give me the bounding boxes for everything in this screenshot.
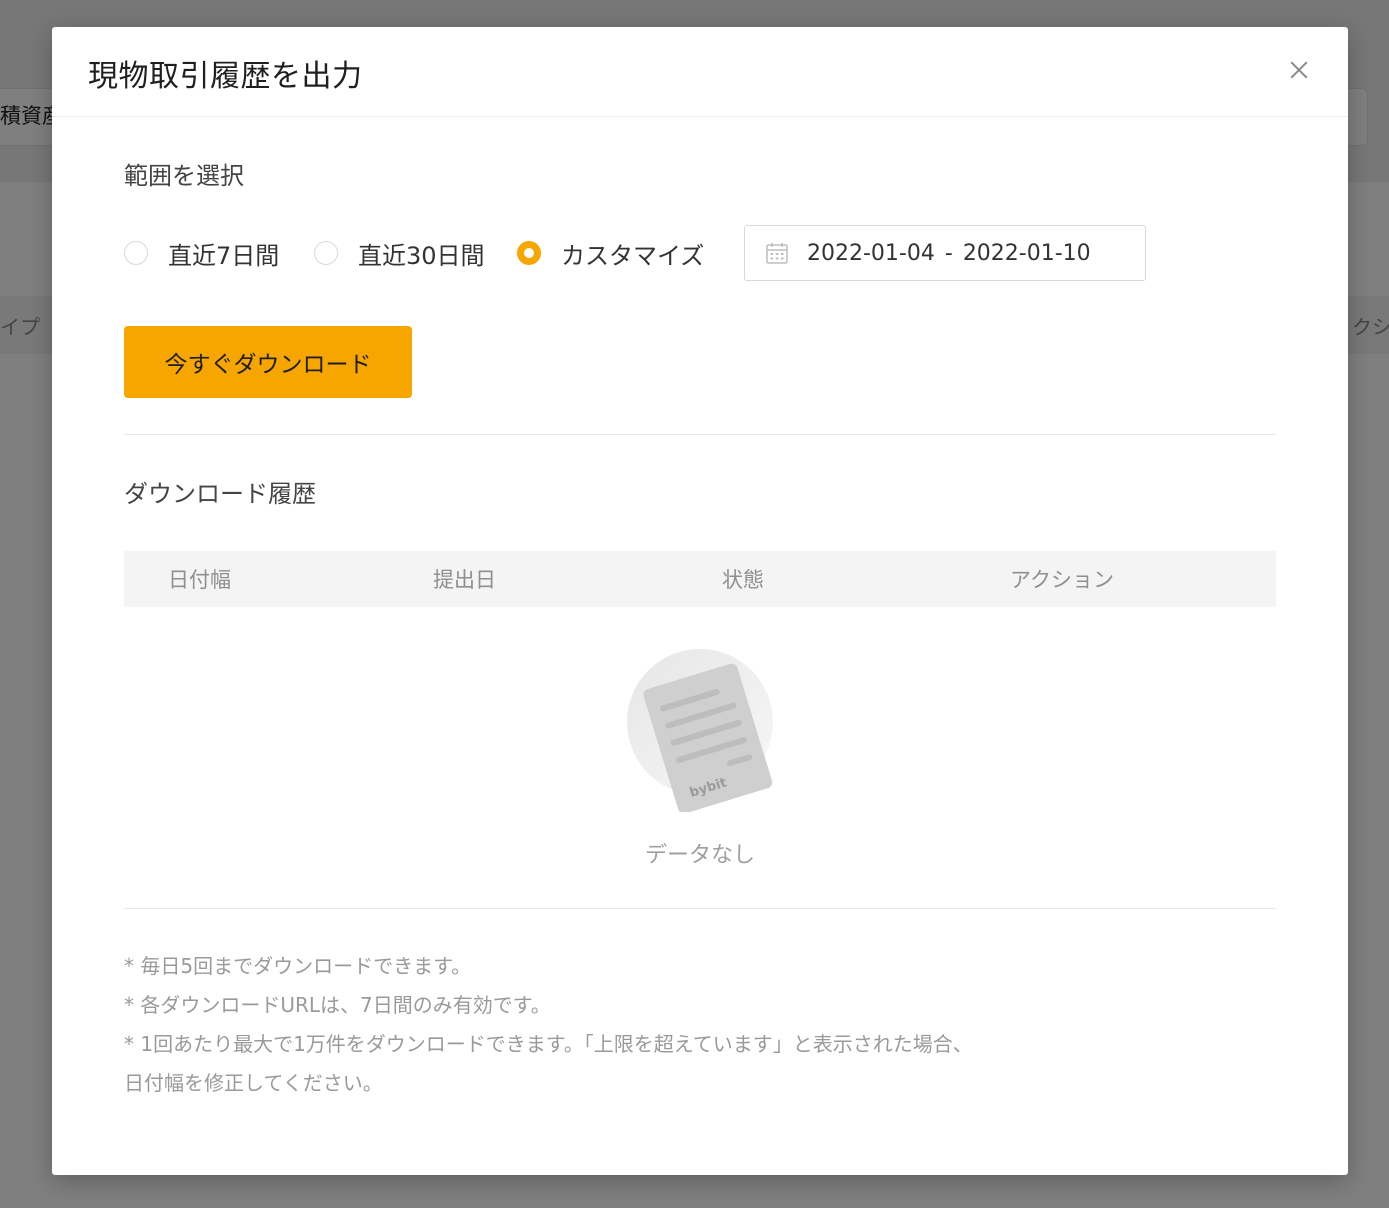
download-history-title: ダウンロード履歴: [124, 480, 316, 508]
modal-header: 現物取引履歴を出力: [52, 27, 1348, 117]
radio-customize[interactable]: カスタマイズ: [517, 225, 704, 281]
column-header-status: 状態: [722, 568, 764, 592]
modal-title: 現物取引履歴を出力: [88, 59, 363, 94]
close-icon[interactable]: [1286, 57, 1312, 83]
section-divider: [124, 434, 1276, 435]
notes-divider: [124, 908, 1276, 909]
export-history-modal: 現物取引履歴を出力 範囲を選択 直近7日間 直近30日間 カスタマイズ 2022…: [52, 27, 1348, 1175]
date-range-picker[interactable]: 2022-01-04 - 2022-01-10: [744, 225, 1146, 281]
radio-label: 直近30日間: [358, 241, 485, 270]
column-header-date-range: 日付幅: [168, 568, 231, 592]
radio-label: 直近7日間: [168, 241, 280, 270]
note-item: 日付幅を修正してください。: [124, 1071, 383, 1095]
radio-circle[interactable]: [124, 241, 148, 265]
note-item: * 各ダウンロードURLは、7日間のみ有効です。: [124, 993, 551, 1017]
date-start-input[interactable]: 2022-01-04: [807, 241, 935, 266]
download-now-button[interactable]: 今すぐダウンロード: [124, 326, 412, 398]
empty-state-text: データなし: [644, 843, 755, 868]
radio-label: カスタマイズ: [561, 241, 705, 270]
empty-document-icon: bybit: [627, 649, 773, 812]
radio-circle-checked[interactable]: [517, 241, 541, 265]
history-table-header: 日付幅 提出日 状態 アクション: [124, 551, 1276, 607]
column-header-submit-date: 提出日: [433, 568, 496, 592]
calendar-icon: [766, 243, 788, 264]
date-separator: -: [944, 240, 953, 266]
note-item: * 1回あたり最大で1万件をダウンロードできます。「上限を超えています」と表示さ…: [124, 1032, 973, 1056]
notes-list: * 毎日5回までダウンロードできます。 * 各ダウンロードURLは、7日間のみ有…: [124, 947, 1274, 1103]
note-item: * 毎日5回までダウンロードできます。: [124, 954, 472, 978]
radio-last-7-days[interactable]: 直近7日間: [124, 225, 279, 281]
range-section-title: 範囲を選択: [124, 162, 244, 190]
column-header-action: アクション: [1010, 568, 1114, 592]
radio-circle[interactable]: [314, 241, 338, 265]
date-end-input[interactable]: 2022-01-10: [963, 241, 1091, 266]
radio-last-30-days[interactable]: 直近30日間: [314, 225, 485, 281]
